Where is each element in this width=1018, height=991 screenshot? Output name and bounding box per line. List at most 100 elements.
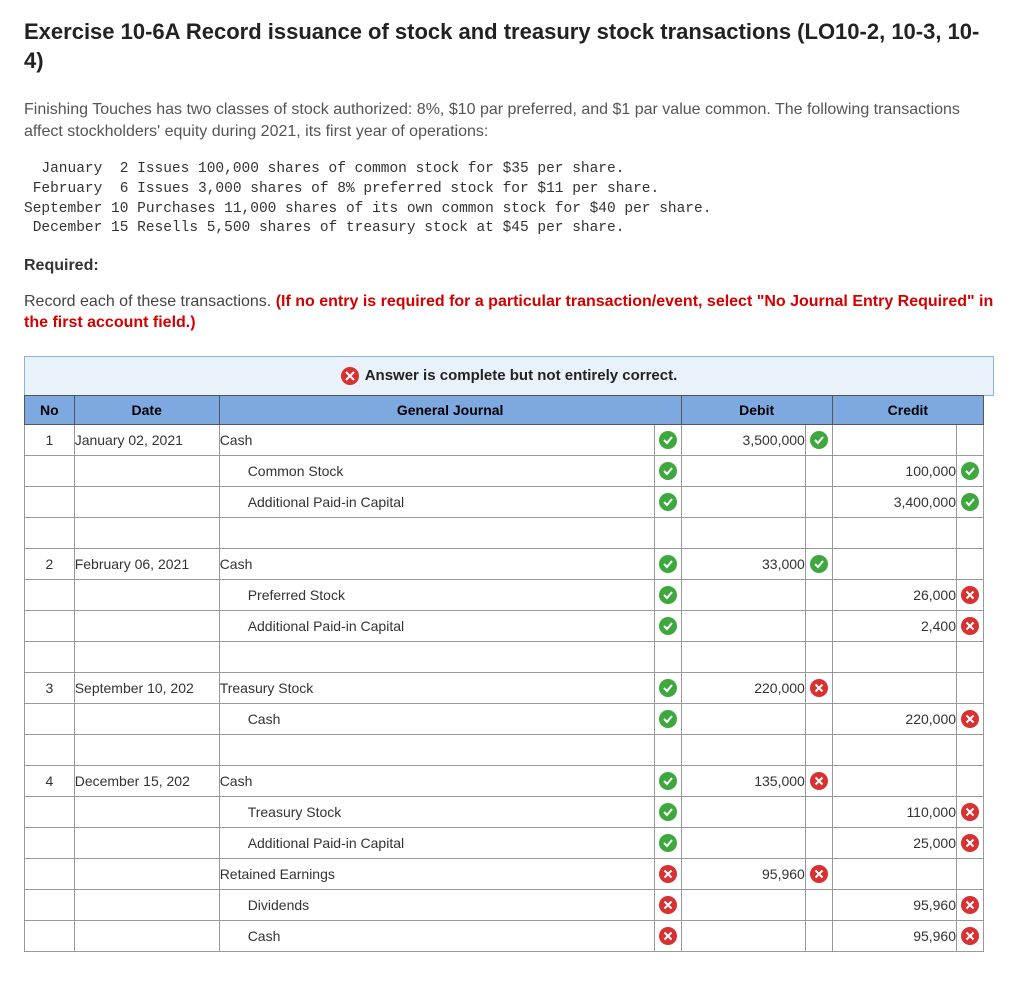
cell-no: 3 <box>25 672 75 703</box>
check-icon <box>659 462 677 480</box>
cell-debit-mark <box>805 889 832 920</box>
cell-date[interactable]: January 02, 2021 <box>74 424 219 455</box>
cell-credit[interactable] <box>832 517 956 548</box>
cell-credit[interactable]: 3,400,000 <box>832 486 956 517</box>
cell-date[interactable] <box>74 641 219 672</box>
cell-account[interactable] <box>219 734 654 765</box>
cell-debit[interactable]: 220,000 <box>681 672 805 703</box>
cell-debit[interactable]: 95,960 <box>681 858 805 889</box>
cell-account[interactable]: Dividends <box>219 889 654 920</box>
cell-debit[interactable] <box>681 610 805 641</box>
cell-date[interactable] <box>74 920 219 951</box>
cell-no <box>25 641 75 672</box>
cell-credit-mark <box>957 858 984 889</box>
cell-credit-mark <box>957 424 984 455</box>
cell-date[interactable] <box>74 734 219 765</box>
table-header-row: No Date General Journal Debit Credit <box>25 395 984 424</box>
cell-debit-mark <box>805 827 832 858</box>
cell-account[interactable]: Treasury Stock <box>219 796 654 827</box>
cell-account[interactable]: Common Stock <box>219 455 654 486</box>
cell-account[interactable]: Additional Paid-in Capital <box>219 486 654 517</box>
cell-debit[interactable]: 135,000 <box>681 765 805 796</box>
cell-date[interactable] <box>74 517 219 548</box>
cell-debit-mark <box>805 517 832 548</box>
cell-debit-mark <box>805 548 832 579</box>
cell-date[interactable] <box>74 703 219 734</box>
cell-credit[interactable]: 110,000 <box>832 796 956 827</box>
cell-date[interactable] <box>74 610 219 641</box>
cell-account[interactable]: Cash <box>219 703 654 734</box>
x-icon <box>961 586 979 604</box>
cell-debit[interactable] <box>681 579 805 610</box>
cell-date[interactable] <box>74 889 219 920</box>
cell-no <box>25 703 75 734</box>
cell-credit[interactable] <box>832 641 956 672</box>
cell-account[interactable]: Additional Paid-in Capital <box>219 610 654 641</box>
cell-credit[interactable]: 25,000 <box>832 827 956 858</box>
x-icon <box>659 896 677 914</box>
check-icon <box>659 493 677 511</box>
check-icon <box>810 431 828 449</box>
cell-date[interactable] <box>74 455 219 486</box>
cell-debit-mark <box>805 796 832 827</box>
cell-credit[interactable] <box>832 858 956 889</box>
cell-credit-mark <box>957 579 984 610</box>
cell-debit[interactable] <box>681 889 805 920</box>
cell-account-mark <box>654 641 681 672</box>
cell-debit[interactable] <box>681 827 805 858</box>
cell-date[interactable] <box>74 796 219 827</box>
cell-date[interactable] <box>74 858 219 889</box>
cell-no <box>25 734 75 765</box>
cell-debit[interactable] <box>681 703 805 734</box>
cell-account[interactable]: Cash <box>219 424 654 455</box>
cell-credit[interactable]: 100,000 <box>832 455 956 486</box>
cell-credit-mark <box>957 610 984 641</box>
cell-debit[interactable] <box>681 455 805 486</box>
cell-credit[interactable] <box>832 734 956 765</box>
x-icon <box>341 367 359 385</box>
cell-credit[interactable]: 220,000 <box>832 703 956 734</box>
col-header-general-journal: General Journal <box>219 395 681 424</box>
cell-debit[interactable] <box>681 517 805 548</box>
table-row: Treasury Stock 110,000 <box>25 796 984 827</box>
cell-account[interactable]: Cash <box>219 920 654 951</box>
check-icon <box>659 679 677 697</box>
cell-credit[interactable]: 95,960 <box>832 920 956 951</box>
table-row: Retained Earnings 95,960 <box>25 858 984 889</box>
cell-date[interactable]: December 15, 202 <box>74 765 219 796</box>
cell-debit[interactable] <box>681 734 805 765</box>
cell-debit[interactable]: 33,000 <box>681 548 805 579</box>
cell-date[interactable]: February 06, 2021 <box>74 548 219 579</box>
cell-account[interactable]: Treasury Stock <box>219 672 654 703</box>
x-icon <box>961 803 979 821</box>
cell-date[interactable]: September 10, 202 <box>74 672 219 703</box>
cell-debit[interactable] <box>681 486 805 517</box>
cell-debit-mark <box>805 672 832 703</box>
cell-date[interactable] <box>74 827 219 858</box>
cell-debit[interactable] <box>681 796 805 827</box>
cell-account[interactable]: Additional Paid-in Capital <box>219 827 654 858</box>
cell-date[interactable] <box>74 486 219 517</box>
cell-account[interactable] <box>219 517 654 548</box>
cell-credit-mark <box>957 703 984 734</box>
cell-credit[interactable]: 95,960 <box>832 889 956 920</box>
cell-credit[interactable] <box>832 672 956 703</box>
cell-date[interactable] <box>74 579 219 610</box>
cell-account[interactable]: Retained Earnings <box>219 858 654 889</box>
cell-debit-mark <box>805 920 832 951</box>
cell-debit[interactable]: 3,500,000 <box>681 424 805 455</box>
cell-debit[interactable] <box>681 920 805 951</box>
cell-account[interactable] <box>219 641 654 672</box>
cell-account-mark <box>654 796 681 827</box>
cell-account[interactable]: Preferred Stock <box>219 579 654 610</box>
record-plain: Record each of these transactions. <box>24 293 276 310</box>
cell-credit[interactable] <box>832 765 956 796</box>
cell-credit[interactable] <box>832 548 956 579</box>
cell-debit[interactable] <box>681 641 805 672</box>
cell-credit[interactable]: 26,000 <box>832 579 956 610</box>
cell-credit[interactable] <box>832 424 956 455</box>
cell-account[interactable]: Cash <box>219 548 654 579</box>
cell-no <box>25 796 75 827</box>
cell-account[interactable]: Cash <box>219 765 654 796</box>
cell-credit[interactable]: 2,400 <box>832 610 956 641</box>
